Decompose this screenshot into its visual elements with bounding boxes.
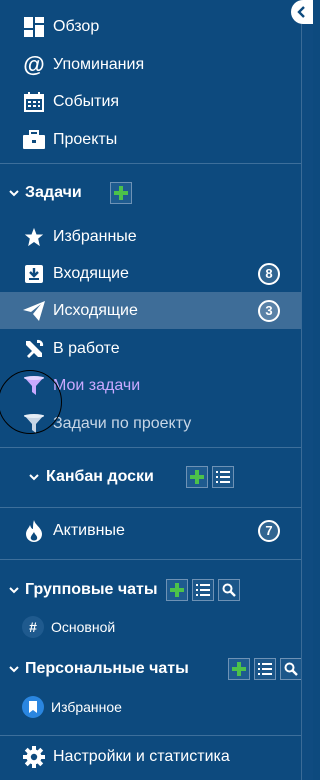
settings-label: Настройки и статистика bbox=[53, 747, 230, 765]
tasks-favorites[interactable]: Избранные bbox=[0, 218, 301, 255]
list-group-chats-button[interactable] bbox=[192, 579, 214, 601]
search-icon bbox=[284, 662, 298, 676]
list-icon bbox=[258, 663, 272, 675]
collapse-sidebar-button[interactable] bbox=[291, 0, 313, 24]
group-chats-title: Групповые чаты bbox=[25, 581, 158, 598]
tasks-by-project[interactable]: Задачи по проекту bbox=[0, 405, 301, 442]
tasks-my-tasks[interactable]: Мои задачи bbox=[0, 367, 301, 404]
hash-icon: # bbox=[22, 616, 44, 638]
tasks-section-header[interactable]: Задачи bbox=[0, 176, 301, 210]
chat-favorite[interactable]: Избранное bbox=[22, 695, 122, 719]
sidebar-edge bbox=[301, 0, 313, 780]
active-item[interactable]: Активные 7 bbox=[0, 512, 301, 549]
chevron-down-icon bbox=[9, 190, 19, 197]
settings-item[interactable]: Настройки и статистика bbox=[0, 738, 301, 775]
tasks-inbox[interactable]: Входящие 8 bbox=[0, 255, 301, 292]
active-count-badge: 7 bbox=[258, 519, 280, 542]
tasks-favorites-label: Избранные bbox=[53, 227, 137, 245]
star-icon bbox=[22, 225, 46, 249]
tasks-title: Задачи bbox=[25, 184, 82, 201]
plus-icon bbox=[190, 470, 204, 484]
nav-mentions[interactable]: @ Упоминания bbox=[0, 46, 301, 83]
add-group-chat-button[interactable] bbox=[166, 579, 188, 601]
calendar-icon bbox=[22, 90, 46, 114]
add-board-button[interactable] bbox=[186, 466, 208, 488]
chevron-down-icon bbox=[9, 666, 19, 673]
plus-icon bbox=[170, 583, 184, 597]
filter-icon bbox=[22, 412, 46, 436]
add-task-button[interactable] bbox=[110, 182, 132, 204]
at-icon: @ bbox=[23, 51, 45, 77]
chat-favorite-label: Избранное bbox=[51, 699, 122, 715]
briefcase-icon bbox=[22, 128, 46, 152]
list-icon bbox=[196, 584, 210, 596]
personal-chats-title: Персональные чаты bbox=[25, 660, 189, 677]
add-personal-chat-button[interactable] bbox=[228, 658, 250, 680]
sidebar: Обзор @ Упоминания События Проекты Задач… bbox=[0, 0, 302, 780]
nav-mentions-label: Упоминания bbox=[53, 55, 145, 73]
nav-events[interactable]: События bbox=[0, 83, 301, 120]
inbox-count-badge: 8 bbox=[258, 262, 280, 285]
divider bbox=[0, 447, 301, 448]
divider bbox=[0, 163, 301, 164]
nav-events-label: События bbox=[53, 92, 120, 110]
chat-main-label: Основной bbox=[51, 619, 116, 635]
tasks-outgoing-label: Исходящие bbox=[53, 301, 138, 319]
nav-projects-label: Проекты bbox=[53, 130, 118, 148]
kanban-title: Канбан доски bbox=[46, 468, 154, 485]
plus-icon bbox=[114, 186, 128, 200]
nav-projects[interactable]: Проекты bbox=[0, 121, 301, 158]
personal-chats-section-header[interactable]: Персональные чаты bbox=[0, 652, 302, 686]
gear-icon bbox=[22, 745, 46, 769]
chevron-down-icon bbox=[29, 474, 39, 481]
divider bbox=[0, 559, 301, 560]
active-label: Активные bbox=[53, 521, 125, 539]
search-personal-chats-button[interactable] bbox=[280, 658, 302, 680]
tasks-outgoing[interactable]: Исходящие 3 bbox=[0, 292, 301, 329]
plus-icon bbox=[232, 662, 246, 676]
paper-plane-icon bbox=[22, 299, 46, 323]
tools-icon bbox=[22, 337, 46, 361]
nav-overview[interactable]: Обзор bbox=[0, 8, 301, 45]
list-icon bbox=[216, 471, 230, 483]
chevron-left-icon bbox=[297, 6, 305, 18]
list-personal-chats-button[interactable] bbox=[254, 658, 276, 680]
chat-main[interactable]: # Основной bbox=[22, 615, 115, 639]
tasks-in-progress-label: В работе bbox=[53, 339, 120, 357]
group-chats-section-header[interactable]: Групповые чаты bbox=[0, 573, 301, 607]
fire-icon bbox=[22, 519, 46, 543]
nav-overview-label: Обзор bbox=[53, 17, 100, 35]
list-boards-button[interactable] bbox=[212, 466, 234, 488]
dashboard-icon bbox=[22, 15, 46, 39]
search-icon bbox=[222, 583, 236, 597]
tasks-my-tasks-label: Мои задачи bbox=[53, 376, 141, 394]
outgoing-count-badge: 3 bbox=[258, 299, 280, 322]
tasks-inbox-label: Входящие bbox=[53, 264, 129, 282]
tasks-by-project-label: Задачи по проекту bbox=[53, 414, 192, 432]
chevron-down-icon bbox=[9, 587, 19, 594]
filter-icon bbox=[22, 374, 46, 398]
tasks-in-progress[interactable]: В работе bbox=[0, 330, 301, 367]
divider bbox=[0, 735, 301, 736]
search-group-chats-button[interactable] bbox=[218, 579, 240, 601]
inbox-download-icon bbox=[22, 262, 46, 286]
kanban-section-header[interactable]: Канбан доски bbox=[0, 460, 301, 494]
divider bbox=[0, 507, 301, 508]
bookmark-icon bbox=[22, 696, 44, 718]
